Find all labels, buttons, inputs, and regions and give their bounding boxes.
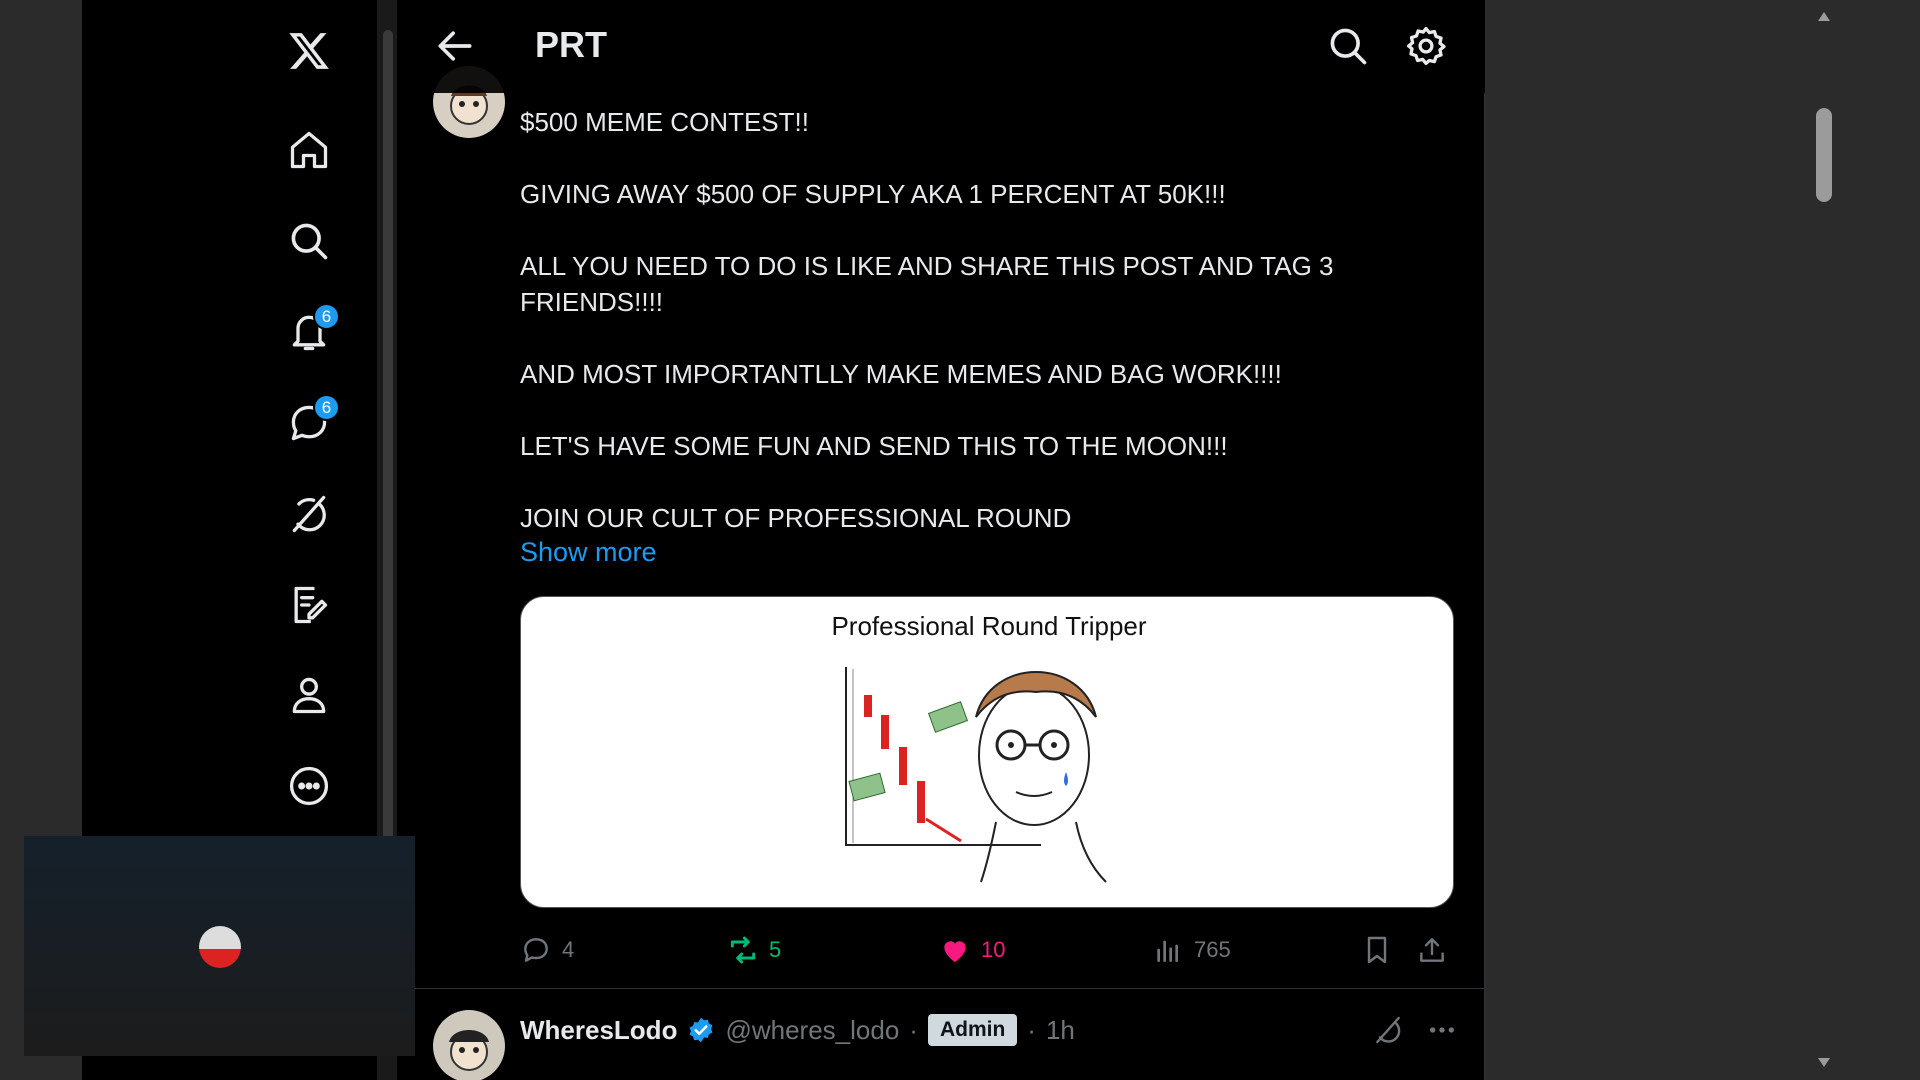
views-icon bbox=[1157, 940, 1178, 962]
post-header-actions bbox=[1372, 1012, 1458, 1048]
avatar[interactable] bbox=[433, 1010, 505, 1080]
sidebar-item-grok[interactable] bbox=[281, 486, 337, 542]
more-icon bbox=[289, 766, 329, 806]
sidebar-item-home[interactable] bbox=[281, 122, 337, 178]
reply-count: 4 bbox=[562, 937, 575, 962]
sidebar-item-lists[interactable] bbox=[281, 577, 337, 633]
top-bar: PRT bbox=[397, 0, 1485, 93]
sidebar-item-notifications[interactable]: 6 bbox=[281, 303, 340, 360]
page-scroll-thumb[interactable] bbox=[1816, 108, 1832, 202]
like-count: 10 bbox=[981, 937, 1006, 962]
compose-icon bbox=[294, 586, 328, 624]
post-divider bbox=[409, 988, 1485, 989]
bookmark-icon bbox=[1367, 936, 1387, 964]
meme-drawing: Professional Round Tripper bbox=[831, 611, 1147, 883]
post-body: $500 MEME CONTEST!! GIVING AWAY $500 OF … bbox=[520, 107, 1334, 533]
show-more-link[interactable]: Show more bbox=[520, 537, 657, 568]
sidebar-item-explore[interactable] bbox=[281, 213, 337, 269]
heart-icon bbox=[944, 941, 966, 962]
reply-icon bbox=[524, 938, 548, 962]
page-title: PRT bbox=[535, 24, 607, 65]
grok-icon bbox=[292, 495, 326, 533]
picture-in-picture-overlay[interactable] bbox=[24, 836, 415, 1056]
repost-count: 5 bbox=[769, 937, 782, 962]
more-dots-icon[interactable] bbox=[1426, 1014, 1458, 1046]
reply-button[interactable]: 4 bbox=[520, 930, 574, 970]
separator: · bbox=[1027, 1014, 1036, 1045]
x-logo-icon bbox=[289, 33, 329, 69]
gear-icon[interactable] bbox=[1404, 24, 1448, 68]
repost-button[interactable]: 5 bbox=[727, 930, 781, 970]
home-icon bbox=[290, 131, 328, 169]
sidebar-item-profile[interactable] bbox=[281, 667, 337, 723]
pip-thumbnail bbox=[199, 926, 241, 968]
sidebar-item-more[interactable] bbox=[281, 758, 337, 814]
post-actions: 4 5 10 765 bbox=[520, 930, 1452, 970]
profile-icon bbox=[292, 677, 326, 714]
scroll-up-arrow[interactable] bbox=[1818, 12, 1830, 21]
views-button[interactable]: 765 bbox=[1152, 930, 1231, 970]
admin-badge: Admin bbox=[927, 1014, 1018, 1046]
like-button[interactable]: 10 bbox=[939, 930, 1005, 970]
post-image[interactable]: Professional Round Tripper bbox=[520, 596, 1454, 908]
image-caption: Professional Round Tripper bbox=[831, 611, 1146, 641]
post-header: WheresLodo @wheres_lodo · Admin · 1h bbox=[520, 1010, 1075, 1050]
author-name[interactable]: WheresLodo bbox=[520, 1015, 677, 1046]
main-column: PRT $500 MEME CONTEST!! GIVING AWAY $500… bbox=[397, 0, 1485, 1080]
share-icon bbox=[1420, 938, 1444, 962]
scroll-down-arrow[interactable] bbox=[1818, 1058, 1830, 1067]
grok-icon[interactable] bbox=[1372, 1014, 1404, 1046]
arrow-left-icon[interactable] bbox=[433, 24, 477, 68]
author-handle[interactable]: @wheres_lodo bbox=[725, 1015, 899, 1046]
search-icon bbox=[291, 223, 328, 260]
view-count: 765 bbox=[1194, 937, 1231, 962]
column-border bbox=[1484, 0, 1485, 1080]
verified-badge-icon bbox=[690, 1017, 713, 1043]
messages-badge: 6 bbox=[313, 394, 340, 421]
share-button[interactable] bbox=[1416, 930, 1448, 970]
x-logo[interactable] bbox=[281, 23, 337, 79]
separator: · bbox=[909, 1014, 918, 1045]
bookmark-button[interactable] bbox=[1361, 930, 1393, 970]
notification-badge: 6 bbox=[313, 303, 340, 330]
repost-icon bbox=[730, 936, 756, 964]
post-time[interactable]: 1h bbox=[1046, 1015, 1075, 1046]
search-icon[interactable] bbox=[1326, 24, 1370, 68]
sidebar-item-messages[interactable]: 6 bbox=[281, 394, 340, 451]
